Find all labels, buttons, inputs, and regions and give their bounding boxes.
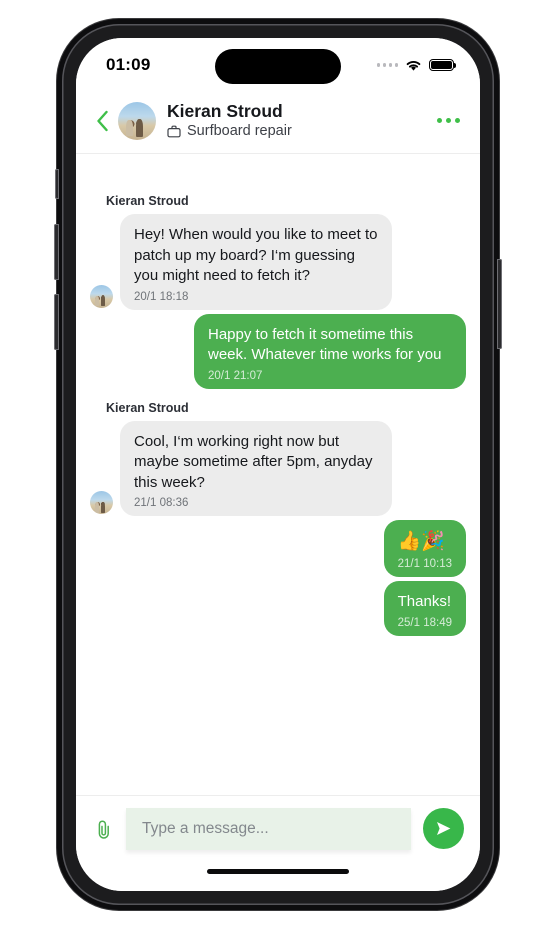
dynamic-island	[215, 49, 341, 84]
message-group: Happy to fetch it sometime this week. Wh…	[90, 313, 466, 389]
message-avatar[interactable]	[90, 284, 113, 308]
message-timestamp: 20/1 21:07	[208, 369, 263, 382]
briefcase-icon	[167, 125, 181, 138]
message-text: Cool, I‘m working right now but maybe so…	[134, 432, 377, 491]
message-timestamp: 21/1 10:13	[397, 558, 452, 571]
signal-dots-icon	[376, 63, 398, 67]
message-sender-name: Kieran Stroud	[106, 400, 189, 415]
message-group: Kieran Stroud Cool, I‘m working right now…	[90, 393, 466, 517]
send-icon	[437, 822, 451, 835]
message-timestamp: 21/1 08:36	[134, 497, 189, 510]
message-timestamp: 25/1 18:49	[397, 616, 452, 629]
message-timestamp: 20/1 18:18	[134, 290, 189, 303]
message-bubble[interactable]: Hey! When would you like to meet to patc…	[120, 214, 392, 310]
message-bubble[interactable]: 👍🎉 21/1 10:13	[383, 520, 466, 578]
message-row: 👍🎉 21/1 10:13	[383, 520, 466, 578]
send-button[interactable]	[423, 808, 464, 849]
message-bubble[interactable]: Cool, I‘m working right now but maybe so…	[120, 420, 392, 517]
home-indicator	[76, 869, 480, 891]
message-text: 👍🎉	[397, 531, 445, 553]
volume-down-button[interactable]	[54, 294, 59, 350]
silence-switch[interactable]	[55, 169, 59, 199]
avatar[interactable]	[118, 101, 156, 140]
message-composer	[76, 795, 480, 869]
message-group: Thanks! 25/1 18:49	[90, 581, 466, 636]
message-avatar[interactable]	[90, 491, 113, 515]
status-bar: 01:09	[76, 38, 480, 88]
message-group: 👍🎉 21/1 10:13	[90, 520, 466, 578]
message-text: Thanks!	[397, 593, 451, 611]
phone-screen: 01:09 Kieran Stroud Surfboard repair Kie…	[76, 38, 480, 891]
power-button[interactable]	[497, 259, 502, 349]
more-options-icon	[437, 118, 442, 123]
message-list[interactable]: Kieran Stroud Hey! When would you like to…	[76, 154, 480, 795]
wifi-icon	[406, 60, 421, 71]
message-sender-name: Kieran Stroud	[106, 194, 189, 208]
header-texts: Kieran Stroud Surfboard repair	[167, 100, 435, 139]
message-group: Kieran Stroud Hey! When would you like to…	[90, 186, 466, 310]
phone-frame: 01:09 Kieran Stroud Surfboard repair Kie…	[54, 19, 502, 910]
message-row: Cool, I‘m working right now but maybe so…	[90, 420, 392, 517]
volume-up-button[interactable]	[54, 224, 59, 280]
message-text: Hey! When would you like to meet to patc…	[134, 226, 382, 285]
message-row: Thanks! 25/1 18:49	[383, 581, 466, 636]
message-text: Happy to fetch it sometime this week. Wh…	[208, 325, 442, 364]
message-bubble[interactable]: Thanks! 25/1 18:49	[383, 581, 466, 636]
message-row: Happy to fetch it sometime this week. Wh…	[194, 313, 466, 389]
page-title: Kieran Stroud	[167, 100, 283, 121]
paperclip-icon	[98, 820, 109, 839]
message-bubble[interactable]: Happy to fetch it sometime this week. Wh…	[194, 313, 466, 389]
message-input[interactable]	[126, 807, 411, 850]
status-time: 01:09	[106, 55, 151, 74]
status-icons	[376, 55, 457, 72]
header-subtitle: Surfboard repair	[187, 123, 292, 140]
phone-bezel: 01:09 Kieran Stroud Surfboard repair Kie…	[62, 24, 494, 905]
header-subtitle-row: Surfboard repair	[167, 123, 435, 139]
attach-button[interactable]	[94, 817, 114, 841]
chevron-left-icon	[96, 110, 108, 131]
battery-full-icon	[429, 58, 457, 72]
more-options-button[interactable]	[435, 108, 462, 133]
message-row: Hey! When would you like to meet to patc…	[90, 214, 392, 310]
chat-header: Kieran Stroud Surfboard repair	[76, 88, 480, 154]
back-button[interactable]	[88, 101, 116, 141]
